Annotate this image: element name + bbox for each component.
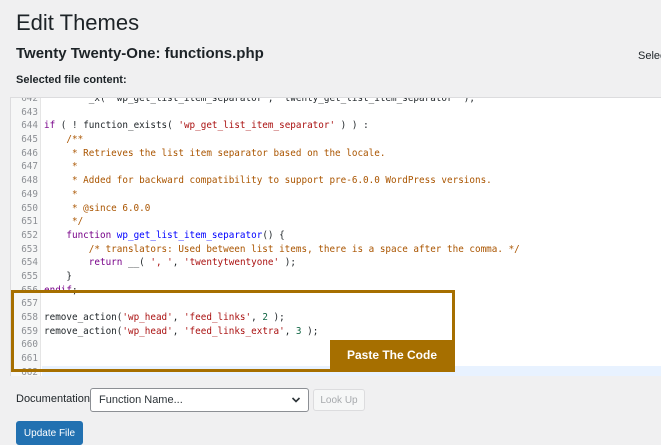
code-text: /**	[66, 134, 84, 146]
code-text: function wp_get_list_item_separator() {	[66, 229, 285, 241]
code-line[interactable]: 645 /**	[11, 133, 661, 147]
code-line[interactable]: 649 *	[11, 188, 661, 202]
code-text: }	[44, 270, 72, 282]
line-number: 646	[21, 147, 38, 159]
code-line[interactable]: 659 remove_action('wp_head', 'feed_links_…	[11, 325, 661, 339]
code-line[interactable]: 651 */	[11, 215, 661, 229]
code-text: *	[44, 188, 78, 200]
code-line[interactable]: 658 remove_action('wp_head', 'feed_links'…	[11, 311, 661, 325]
line-number: 649	[21, 188, 38, 200]
paste-the-code-badge: Paste The Code	[330, 340, 454, 369]
code-line[interactable]: 647 *	[11, 160, 661, 174]
line-number: 644	[21, 120, 38, 132]
line-number: 647	[21, 161, 38, 173]
code-text: _x( 'wp_get_list_item_separator', 'twent…	[44, 97, 475, 104]
code-line[interactable]: 655 }	[11, 270, 661, 284]
code-line[interactable]: 646 * Retrieves the list item separator …	[11, 147, 661, 161]
file-title: Twenty Twenty-One: functions.php	[16, 45, 264, 62]
look-up-button[interactable]: Look Up	[313, 389, 365, 411]
line-number: 658	[21, 312, 38, 323]
line-number: 657	[21, 298, 38, 310]
line-number: 655	[21, 270, 38, 282]
line-number: 660	[21, 339, 38, 351]
line-number: 643	[21, 106, 38, 118]
page-title: Edit Themes	[16, 10, 140, 35]
line-number: 651	[21, 216, 38, 228]
code-line[interactable]: 657	[11, 297, 661, 311]
code-line[interactable]: 644 if ( ! function_exists( 'wp_get_list_…	[11, 119, 661, 133]
line-number: 653	[21, 243, 38, 255]
line-number: 645	[21, 134, 38, 146]
code-line[interactable]: 652 function wp_get_list_item_separator(…	[11, 229, 661, 243]
code-line[interactable]: 653 /* translators: Used between list it…	[11, 243, 661, 257]
code-text: * @since 6.0.0	[44, 202, 151, 214]
code-text: if ( ! function_exists( 'wp_get_list_ite…	[44, 120, 369, 132]
code-line[interactable]: 648 * Added for backward compatibility t…	[11, 174, 661, 188]
code-line[interactable]: 654 return __( ', ', 'twentytwentyone' )…	[11, 256, 661, 270]
code-text: remove_action('wp_head', 'feed_links_ext…	[44, 325, 319, 337]
code-text: return __( ', ', 'twentytwentyone' );	[88, 257, 296, 269]
code-text: *	[44, 161, 78, 173]
code-lines[interactable]: 642 _x( 'wp_get_list_item_separator', 't…	[11, 97, 661, 376]
chevron-down-icon	[291, 397, 301, 403]
line-number: 656	[21, 284, 38, 296]
code-text: */	[44, 216, 84, 228]
code-text: remove_action('wp_head', 'feed_links', 2…	[44, 312, 285, 323]
line-number: 659	[21, 325, 38, 337]
code-editor[interactable]: 642 _x( 'wp_get_list_item_separator', 't…	[10, 97, 661, 376]
line-number: 650	[21, 202, 38, 214]
line-number: 642	[21, 97, 38, 104]
code-text: endif;	[44, 284, 78, 296]
code-text: * Added for backward compatibility to su…	[44, 175, 492, 187]
code-line[interactable]: 650 * @since 6.0.0	[11, 202, 661, 216]
line-number: 652	[21, 229, 38, 241]
function-name-select-value: Function Name...	[99, 394, 183, 406]
line-number: 654	[21, 257, 38, 269]
documentation-label: Documentation:	[16, 393, 94, 405]
function-name-select[interactable]: Function Name...	[90, 388, 309, 412]
code-line[interactable]: 643	[11, 106, 661, 120]
code-line[interactable]: 642 _x( 'wp_get_list_item_separator', 't…	[11, 97, 661, 106]
code-text: * Retrieves the list item separator base…	[44, 147, 386, 159]
update-file-button[interactable]: Update File	[16, 421, 83, 445]
code-line[interactable]: 656 endif;	[11, 284, 661, 298]
select-theme-label: Selec	[638, 50, 661, 62]
selected-file-content-label: Selected file content:	[16, 74, 127, 86]
line-number: 662	[21, 366, 38, 376]
line-number: 661	[21, 353, 38, 365]
code-text: /* translators: Used between list items,…	[88, 243, 520, 255]
line-number: 648	[21, 175, 38, 187]
